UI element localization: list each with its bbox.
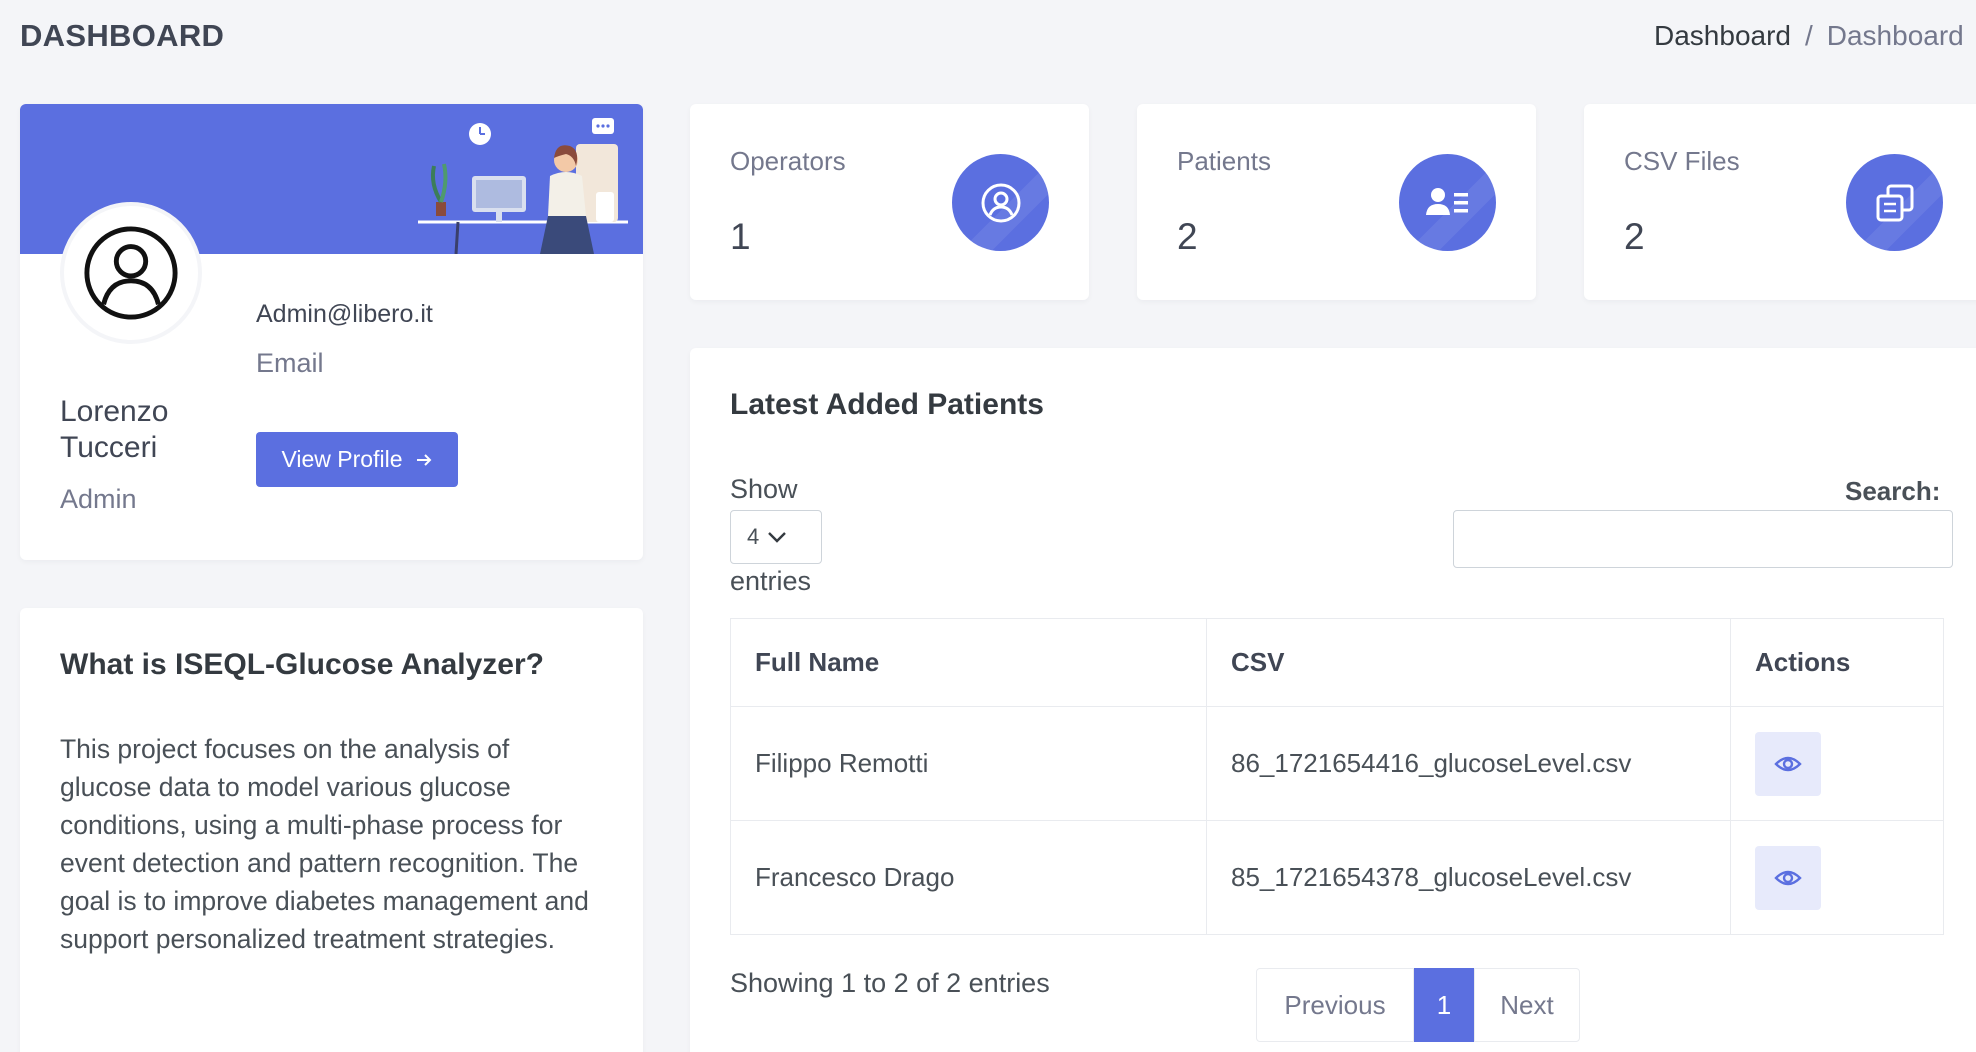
- profile-email-label: Email: [256, 348, 324, 378]
- profile-card: Lorenzo Tucceri Admin Admin@libero.it Em…: [20, 104, 643, 560]
- stat-label: Patients: [1177, 146, 1271, 176]
- arrow-right-icon: [416, 453, 431, 466]
- stat-card-patients[interactable]: Patients 2: [1137, 104, 1536, 300]
- stat-card-operators[interactable]: Operators 1: [690, 104, 1089, 300]
- table-row: Filippo Remotti 86_1721654416_glucoseLev…: [730, 706, 1944, 821]
- about-title: What is ISEQL-Glucose Analyzer?: [60, 648, 544, 681]
- latest-patients-title: Latest Added Patients: [730, 388, 1044, 421]
- breadcrumb-item-dashboard[interactable]: Dashboard: [1654, 20, 1791, 51]
- avatar: [60, 202, 202, 344]
- user-list-icon: [1425, 187, 1468, 215]
- stat-value: 2: [1177, 216, 1198, 257]
- entries-per-page-select[interactable]: 4: [730, 510, 822, 564]
- patient-name-cell: Filippo Remotti: [730, 706, 1207, 821]
- view-patient-button[interactable]: [1755, 845, 1821, 910]
- eye-icon: [1774, 756, 1802, 771]
- patient-csv-cell: 85_1721654378_glucoseLevel.csv: [1206, 820, 1731, 935]
- breadcrumb-item-current: Dashboard: [1826, 20, 1964, 51]
- stat-card-csv-files[interactable]: CSV Files 2: [1584, 104, 1976, 300]
- stat-label: Operators: [730, 146, 846, 176]
- breadcrumb-separator: /: [1804, 20, 1813, 51]
- stat-icon-badge: [1399, 154, 1496, 251]
- table-row: Francesco Drago 85_1721654378_glucoseLev…: [730, 820, 1944, 935]
- chevron-down-icon: [768, 532, 787, 543]
- profile-email: Admin@libero.it: [256, 300, 433, 328]
- pagination: Previous 1 Next: [1256, 968, 1580, 1042]
- search-input[interactable]: [1453, 510, 1953, 568]
- stat-icon-badge: [952, 154, 1049, 251]
- entries-select-value: 4: [747, 524, 760, 549]
- column-header-csv[interactable]: CSV: [1206, 618, 1731, 707]
- latest-patients-card: Latest Added Patients Show 4 entries Sea…: [690, 348, 1976, 1052]
- about-text: This project focuses on the analysis of …: [60, 734, 589, 954]
- user-circle-icon: [981, 183, 1020, 222]
- search-label: Search:: [1845, 476, 1941, 506]
- patient-actions-cell: [1730, 820, 1944, 935]
- patients-table: Full Name CSV Actions Filippo Remotti 86…: [730, 618, 1944, 935]
- user-circle-icon: [84, 226, 178, 320]
- view-profile-label: View Profile: [281, 446, 403, 472]
- show-label: Show: [730, 474, 798, 504]
- stat-value: 1: [730, 216, 751, 257]
- eye-icon: [1774, 870, 1802, 885]
- patient-actions-cell: [1730, 706, 1944, 821]
- patient-name-cell: Francesco Drago: [730, 820, 1207, 935]
- breadcrumb: Dashboard / Dashboard: [1654, 20, 1964, 52]
- page-title: DASHBOARD: [20, 18, 225, 53]
- entries-label: entries: [730, 566, 812, 596]
- stat-label: CSV Files: [1624, 146, 1740, 176]
- view-profile-button[interactable]: View Profile: [256, 432, 458, 487]
- pagination-next-button[interactable]: Next: [1474, 968, 1580, 1042]
- patient-csv-cell: 86_1721654416_glucoseLevel.csv: [1206, 706, 1731, 821]
- pagination-page-1[interactable]: 1: [1414, 968, 1474, 1042]
- copy-files-icon: [1876, 184, 1913, 221]
- office-illustration: [418, 118, 628, 254]
- stat-icon-badge: [1846, 154, 1943, 251]
- profile-name: Lorenzo Tucceri: [60, 395, 169, 464]
- view-patient-button[interactable]: [1755, 731, 1821, 796]
- table-info: Showing 1 to 2 of 2 entries: [730, 968, 1050, 998]
- table-header-row: Full Name CSV Actions: [730, 618, 1944, 707]
- pagination-previous-button[interactable]: Previous: [1256, 968, 1414, 1042]
- stat-value: 2: [1624, 216, 1645, 257]
- column-header-full-name[interactable]: Full Name: [730, 618, 1207, 707]
- about-card: What is ISEQL-Glucose Analyzer? This pro…: [20, 608, 643, 1052]
- column-header-actions[interactable]: Actions: [1730, 618, 1944, 707]
- profile-role: Admin: [60, 484, 137, 514]
